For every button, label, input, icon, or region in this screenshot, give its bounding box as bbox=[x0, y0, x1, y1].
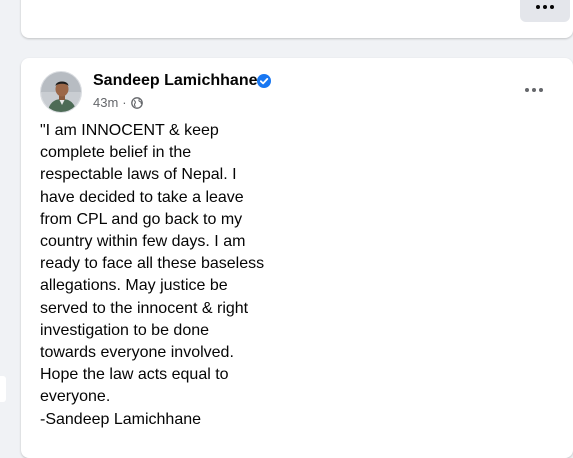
author-name[interactable]: Sandeep Lamichhane bbox=[93, 71, 258, 91]
left-edge-element bbox=[0, 376, 6, 402]
meta-separator: · bbox=[122, 95, 127, 110]
verified-badge-icon bbox=[257, 74, 271, 88]
post-meta: 43m · bbox=[93, 95, 143, 111]
post-text: "I am INNOCENT & keep complete belief in… bbox=[40, 122, 265, 428]
post-timestamp[interactable]: 43m bbox=[93, 95, 118, 111]
globe-icon bbox=[130, 97, 143, 109]
post-card: Sandeep Lamichhane 43m · "I am INNOCENT … bbox=[21, 58, 573, 458]
previous-post-card bbox=[21, 0, 573, 38]
author-avatar[interactable] bbox=[40, 71, 82, 113]
top-more-options-button[interactable] bbox=[520, 0, 570, 22]
more-options-icon bbox=[525, 88, 543, 92]
more-options-icon bbox=[536, 5, 554, 9]
avatar-photo bbox=[41, 72, 81, 112]
post-more-options-button[interactable] bbox=[522, 80, 546, 100]
